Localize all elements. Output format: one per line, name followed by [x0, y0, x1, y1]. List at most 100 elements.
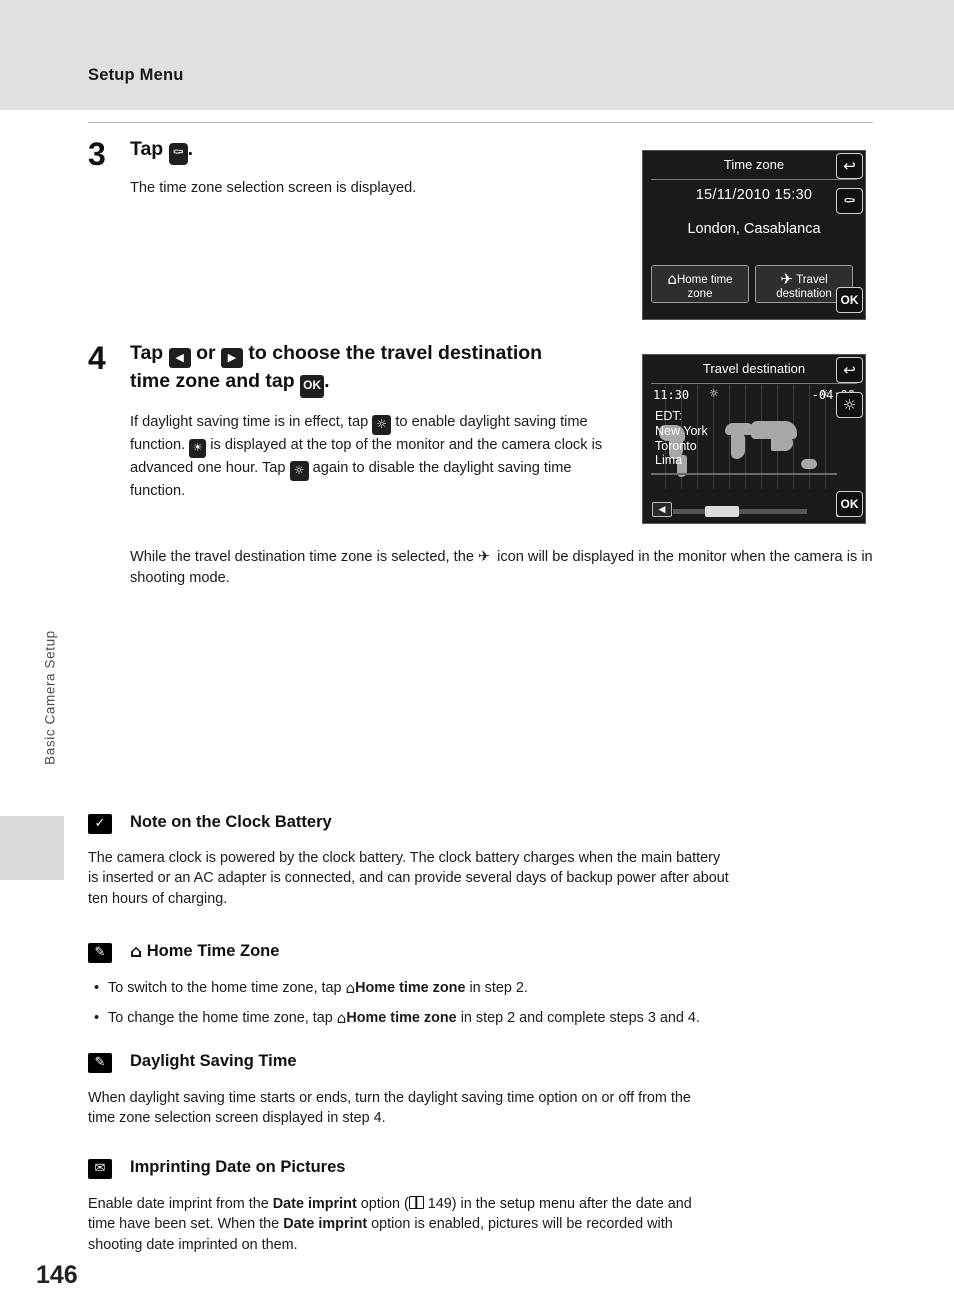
note-imprint-heading: Imprinting Date on Pictures: [130, 1158, 346, 1176]
note-line: is inserted or an AC adapter is connecte…: [88, 870, 729, 887]
step-3: 3 Tap ⚰. The time zone selection screen …: [88, 136, 608, 199]
step-3-title-pre: Tap: [130, 138, 164, 160]
bullet-bold-2: Home time zone: [346, 1010, 457, 1027]
step-4-para2-b: icon will be displayed in the: [497, 549, 674, 565]
pencil-icon-2: ✎: [88, 1053, 112, 1073]
monitor-travel-title: Travel destination: [702, 361, 806, 376]
imprint-line1-ref: 149) in the setup menu after the date an…: [427, 1196, 692, 1212]
home-icon-bullet-2: ⌂: [336, 1009, 347, 1028]
bullet-text-b-2: in step 2 and complete steps 3 and 4.: [460, 1010, 700, 1027]
note-home-time-zone-heading: ⌂ Home Time Zone: [130, 942, 279, 962]
list-item: To change the home time zone, tap ⌂Home …: [92, 1008, 892, 1029]
daylight-saving-icon-map-left: ☼: [709, 387, 719, 400]
globe-icon-button[interactable]: ⚰: [836, 188, 863, 214]
bullet-bold-1: Home time zone: [355, 980, 466, 996]
monitor-travel-cities: EDT: New York Toronto Lima: [655, 409, 708, 468]
daylight-saving-toggle-button[interactable]: ☼: [836, 392, 863, 418]
list-item: To switch to the home time zone, tap ⌂Ho…: [92, 978, 892, 999]
note-line: time have been set. When the Date imprin…: [88, 1214, 888, 1234]
home-time-zone-button[interactable]: ⌂Home time zone: [651, 265, 749, 303]
imprint-line2-bold: Date imprint: [283, 1216, 368, 1233]
reference-book-icon: [408, 1196, 424, 1209]
note-line: ten hours of charging.: [88, 890, 228, 907]
pencil-icon: ✎: [88, 943, 112, 963]
step-4-title-c: to choose the travel destination: [248, 342, 543, 364]
step-3-title-post: .: [187, 138, 194, 160]
note-line: shooting date imprinted on them.: [88, 1236, 298, 1253]
note-home-time-zone-bullets: To switch to the home time zone, tap ⌂Ho…: [92, 978, 892, 1030]
note-clock-battery-body: The camera clock is powered by the clock…: [88, 848, 878, 909]
step-3-number: 3: [88, 136, 106, 172]
home-icon: ⌂: [667, 270, 677, 288]
page-title: Setup Menu: [88, 66, 184, 84]
step-4: 4 Tap ◀ or ▶ to choose the travel destin…: [88, 340, 633, 502]
caution-icon: ✓: [88, 814, 112, 834]
home-icon-heading: ⌂: [130, 942, 143, 962]
step-4-para2: While the travel destination time zone i…: [130, 546, 875, 589]
home-icon-bullet-1: ⌂: [345, 979, 356, 997]
note-home-time-zone-heading-text: Home Time Zone: [146, 942, 280, 960]
travel-city-3: Lima: [655, 453, 683, 468]
travel-destination-icon: ✈: [478, 548, 491, 565]
ok-button-2[interactable]: OK: [836, 491, 863, 517]
step-4-title-d: time zone and tap: [130, 370, 295, 392]
travel-destination-label-2: destination: [776, 288, 832, 300]
home-time-zone-label-2: zone: [687, 288, 713, 300]
step-4-title-a: Tap: [130, 342, 164, 364]
step-4-para1-g: again to disable the daylight saving tim…: [312, 460, 572, 476]
step-4-para2-a: While the travel destination time zone i…: [130, 549, 474, 565]
note-imprint-body: Enable date imprint from the Date imprin…: [88, 1194, 888, 1255]
imprint-line2-b: option is enabled, pictures will be reco…: [371, 1216, 673, 1233]
daylight-saving-icon-3: ☼: [289, 461, 309, 481]
bullet-text-b: in step 2.: [469, 980, 528, 996]
note-line: When daylight saving time starts or ends…: [88, 1090, 691, 1106]
daylight-saving-icon: ☼: [372, 415, 392, 435]
map-scroll-left-button[interactable]: ◀: [652, 502, 672, 517]
note-daylight-body: When daylight saving time starts or ends…: [88, 1088, 878, 1129]
step-4-para1-h: function.: [130, 483, 186, 499]
travel-city-2: Toronto: [655, 438, 697, 453]
page-number: 146: [36, 1261, 78, 1289]
date-imprint-icon: ✉: [88, 1159, 112, 1179]
step-4-title-b: or: [196, 342, 216, 364]
page-header-band: [0, 0, 954, 110]
airplane-icon: ✈: [780, 270, 793, 288]
travel-zone-abbrev: EDT:: [655, 409, 683, 423]
monitor-travel-destination: Travel destination 11:30 -04:00 ☼ ☼ EDT:…: [642, 354, 866, 524]
monitor-city: London, Casablanca: [687, 221, 821, 237]
back-arrow-icon-2[interactable]: ↩: [836, 357, 863, 383]
right-arrow-icon: ▶: [221, 348, 243, 368]
monitor-datetime: 15/11/2010 15:30: [695, 187, 813, 203]
step-4-para1-f: hour. Tap: [225, 460, 286, 476]
map-scrollbar-track[interactable]: [673, 509, 807, 514]
imprint-line1-a: Enable date imprint from the: [88, 1196, 269, 1212]
step-4-para1-a: If daylight saving time is in effect, ta…: [130, 414, 369, 430]
monitor-time-zone: Time zone 15/11/2010 15:30 London, Casab…: [642, 150, 866, 320]
step-4-title-e: .: [324, 370, 330, 392]
note-daylight-heading: Daylight Saving Time: [130, 1052, 297, 1070]
note-line: The camera clock is powered by the clock…: [88, 850, 721, 866]
step-4-para1-b: to enable: [395, 414, 456, 430]
globe-icon: ⚰: [168, 143, 188, 165]
imprint-line1-bold: Date imprint: [272, 1196, 357, 1212]
travel-city-1: New York: [655, 423, 708, 438]
bullet-text-a-2: To change the home time zone, tap: [108, 1010, 333, 1027]
travel-destination-label-1: Travel: [796, 274, 828, 286]
note-line: time zone selection screen displayed in …: [88, 1110, 386, 1127]
map-scrollbar-thumb[interactable]: [705, 506, 739, 517]
step-4-para1-d: is displayed at the top: [210, 437, 352, 453]
note-clock-battery-heading: Note on the Clock Battery: [130, 813, 332, 831]
imprint-line1-b: option (: [360, 1196, 409, 1212]
monitor-divider: [651, 179, 857, 180]
ok-button[interactable]: OK: [836, 287, 863, 313]
bullet-text-a: To switch to the home time zone, tap: [108, 980, 342, 996]
side-tab-label: Basic Camera Setup: [42, 630, 58, 765]
daylight-saving-icon-2: ☀: [189, 439, 207, 458]
home-time-zone-label-1: Home time: [676, 274, 733, 286]
step-3-body: The time zone selection screen is displa…: [130, 180, 417, 196]
back-arrow-icon[interactable]: ↩: [836, 153, 863, 179]
ok-icon: OK: [300, 375, 325, 398]
side-tab-marker: [0, 816, 64, 880]
daylight-saving-icon-map-right: ☼: [819, 387, 829, 400]
travel-time-left: 11:30: [653, 388, 690, 402]
